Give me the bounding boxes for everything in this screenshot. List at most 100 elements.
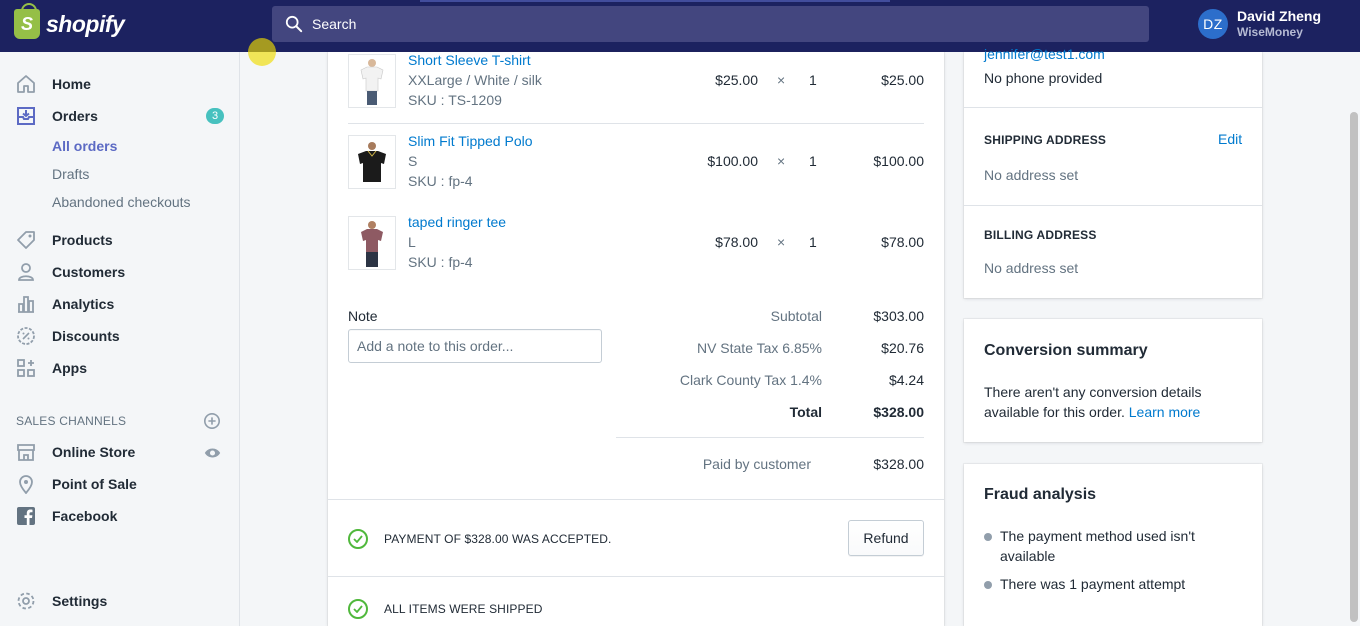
sidebar-item-products[interactable]: Products xyxy=(16,229,113,251)
billing-address-value: No address set xyxy=(984,260,1079,276)
product-link[interactable]: Short Sleeve T-shirt xyxy=(408,52,531,68)
fraud-analysis-card: Fraud analysis The payment method used i… xyxy=(964,464,1262,626)
orders-count-badge: 3 xyxy=(206,108,224,124)
sidebar-item-customers[interactable]: Customers xyxy=(16,261,125,283)
orders-icon xyxy=(16,106,36,126)
sidebar-subitem-all-orders[interactable]: All orders xyxy=(52,138,117,154)
bar-chart-icon xyxy=(16,294,36,314)
subtotal-label: Subtotal xyxy=(770,308,822,324)
product-link[interactable]: taped ringer tee xyxy=(408,214,506,230)
customer-phone: No phone provided xyxy=(984,70,1103,86)
add-channel-icon[interactable] xyxy=(203,412,221,433)
times-sign: × xyxy=(777,234,786,250)
note-input[interactable] xyxy=(348,329,602,363)
tag-icon xyxy=(16,230,36,250)
check-circle-icon xyxy=(348,529,368,549)
sidebar-item-label: Customers xyxy=(52,264,126,280)
line-total: $78.00 xyxy=(881,234,924,250)
line-total: $25.00 xyxy=(881,72,924,88)
divider xyxy=(616,437,924,438)
subtotal-value: $303.00 xyxy=(873,308,924,324)
sidebar-item-orders[interactable]: Orders xyxy=(16,105,98,127)
paid-label: Paid by customer xyxy=(702,456,811,472)
sidebar-item-settings[interactable]: Settings xyxy=(16,590,107,612)
customer-email-link[interactable]: jennifer@test1.com xyxy=(984,46,1105,62)
conversion-summary-card: Conversion summary There aren't any conv… xyxy=(964,319,1262,442)
search-input[interactable] xyxy=(312,16,1112,32)
sidebar-item-discounts[interactable]: Discounts xyxy=(16,325,120,347)
unit-price: $25.00 xyxy=(715,72,758,88)
loading-bar xyxy=(420,0,890,2)
sidebar-item-home[interactable]: Home xyxy=(16,73,91,95)
eye-icon[interactable] xyxy=(204,446,221,462)
sidebar-item-label: Discounts xyxy=(52,328,120,344)
product-variant: XXLarge / White / silk xyxy=(408,72,542,88)
sidebar-subitem-abandoned-checkouts[interactable]: Abandoned checkouts xyxy=(52,194,191,210)
apps-icon xyxy=(16,358,36,378)
quantity: 1 xyxy=(809,72,817,88)
discount-icon xyxy=(16,326,36,346)
user-menu[interactable]: DZ David Zheng WiseMoney xyxy=(1198,8,1321,40)
unit-price: $78.00 xyxy=(715,234,758,250)
person-icon xyxy=(16,262,36,282)
search-bar[interactable] xyxy=(272,6,1149,42)
learn-more-link[interactable]: Learn more xyxy=(1129,404,1201,420)
quantity: 1 xyxy=(809,153,817,169)
paid-value: $328.00 xyxy=(873,456,924,472)
unit-price: $100.00 xyxy=(707,153,758,169)
shopify-logo[interactable]: S shopify xyxy=(14,3,125,39)
sidebar-item-analytics[interactable]: Analytics xyxy=(16,293,114,315)
refund-button[interactable]: Refund xyxy=(848,520,924,556)
tax-value: $4.24 xyxy=(888,372,924,388)
avatar: DZ xyxy=(1198,9,1228,39)
product-variant: L xyxy=(408,234,416,250)
fraud-indicator: There was 1 payment attempt xyxy=(1000,576,1186,592)
line-item: Slim Fit Tipped Polo S SKU : fp-4 $100.0… xyxy=(348,133,924,193)
quantity: 1 xyxy=(809,234,817,250)
facebook-icon xyxy=(16,506,36,526)
sidebar-item-online-store[interactable]: Online Store xyxy=(16,441,135,463)
product-sku: SKU : fp-4 xyxy=(408,173,473,189)
sidebar-item-label: Point of Sale xyxy=(52,476,137,492)
divider xyxy=(964,107,1262,108)
product-thumbnail[interactable] xyxy=(348,135,396,189)
divider xyxy=(328,576,944,577)
fraud-indicator: The payment method used isn't available xyxy=(1000,528,1195,564)
product-link[interactable]: Slim Fit Tipped Polo xyxy=(408,133,533,149)
sales-channels-heading: SALES CHANNELS xyxy=(16,414,127,428)
fulfillment-status: ALL ITEMS WERE SHIPPED xyxy=(384,602,543,616)
sidebar-item-label: Settings xyxy=(52,593,108,609)
top-bar: S shopify DZ David Zheng WiseMoney xyxy=(0,0,1360,52)
sidebar-item-label: Analytics xyxy=(52,296,115,312)
sidebar-item-point-of-sale[interactable]: Point of Sale xyxy=(16,473,137,495)
times-sign: × xyxy=(777,72,786,88)
tax-label: Clark County Tax 1.4% xyxy=(679,372,822,388)
edit-shipping-link[interactable]: Edit xyxy=(1218,131,1242,147)
card-title: Fraud analysis xyxy=(984,486,1097,503)
gear-icon xyxy=(16,591,36,611)
shipping-address-heading: SHIPPING ADDRESS xyxy=(984,133,1107,147)
line-item: Short Sleeve T-shirt XXLarge / White / s… xyxy=(348,52,924,112)
divider xyxy=(328,499,944,500)
conversion-text: There aren't any conversion details avai… xyxy=(984,384,1202,420)
home-icon xyxy=(16,74,36,94)
page-scrollbar[interactable] xyxy=(1350,112,1358,622)
sidebar-item-facebook[interactable]: Facebook xyxy=(16,505,117,527)
tax-value: $20.76 xyxy=(881,340,924,356)
store-name: WiseMoney xyxy=(1237,25,1303,39)
billing-address-heading: BILLING ADDRESS xyxy=(984,228,1097,242)
check-circle-icon xyxy=(348,599,368,619)
product-thumbnail[interactable] xyxy=(348,54,396,108)
line-item: taped ringer tee L SKU : fp-4 $78.00 × 1… xyxy=(348,214,924,274)
product-thumbnail[interactable] xyxy=(348,216,396,270)
product-sku: SKU : fp-4 xyxy=(408,254,473,270)
sidebar-subitem-drafts[interactable]: Drafts xyxy=(52,166,89,182)
sidebar-item-apps[interactable]: Apps xyxy=(16,357,87,379)
customer-card: jennifer@test1.com No phone provided SHI… xyxy=(964,46,1262,298)
sidebar-item-label: Facebook xyxy=(52,508,118,524)
product-variant: S xyxy=(408,153,418,169)
note-label: Note xyxy=(348,308,378,324)
location-pin-icon xyxy=(16,474,36,494)
payment-status: PAYMENT OF $328.00 WAS ACCEPTED. xyxy=(384,532,612,546)
store-icon xyxy=(16,442,36,462)
